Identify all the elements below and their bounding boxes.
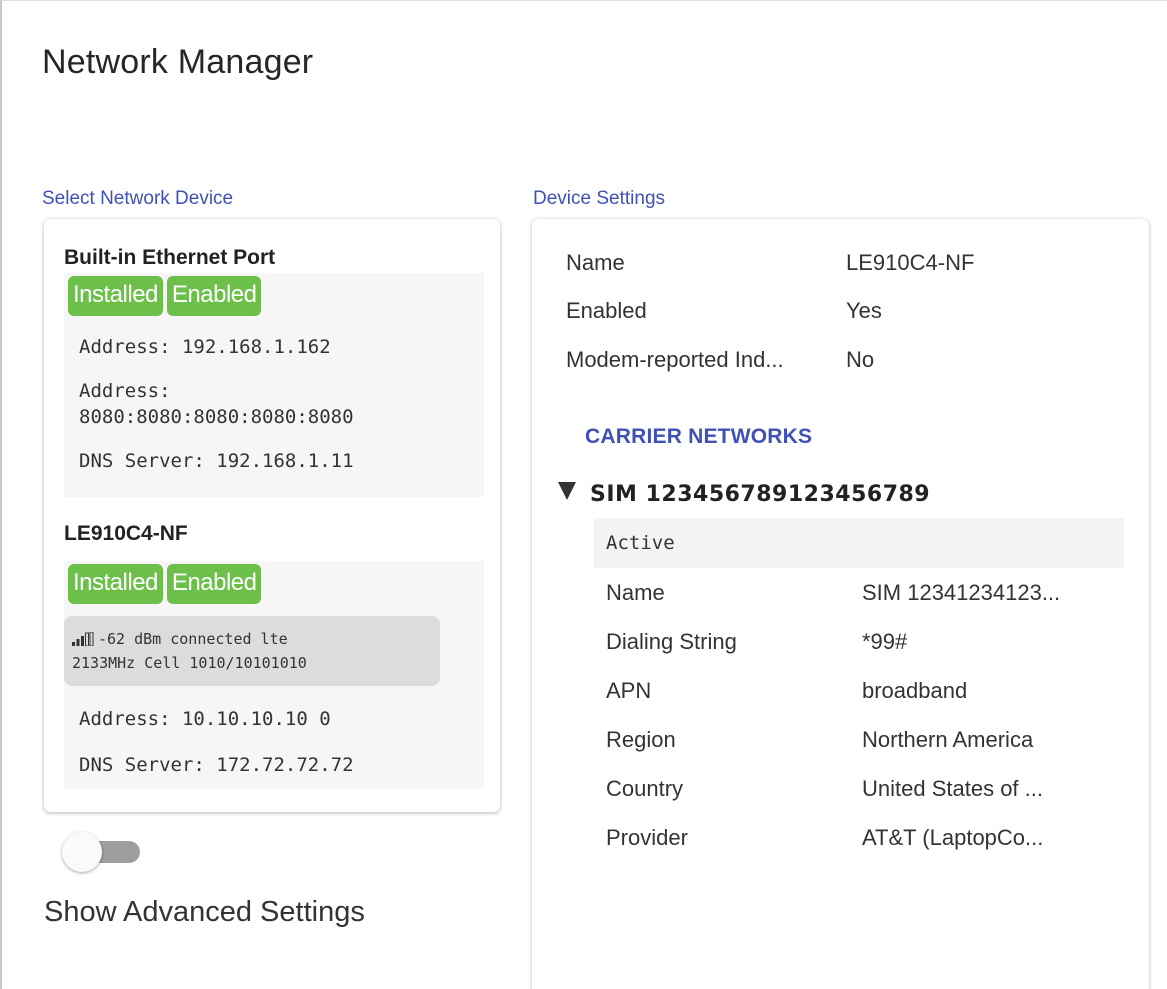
sim-value: SIM 12341234123... <box>862 580 1061 605</box>
signal-status-box: -62 dBm connected lte 2133MHz Cell 1010/… <box>64 616 440 686</box>
device-item-modem[interactable]: LE910C4-NF Installed Enabled -62 dBm con… <box>64 519 484 789</box>
signal-line-2: 2133MHz Cell 1010/10101010 <box>72 654 307 672</box>
sim-id: SIM 123456789123456789 <box>590 481 931 507</box>
network-manager-window: Network Manager Select Network Device De… <box>0 0 1167 989</box>
setting-value: LE910C4-NF <box>846 250 975 275</box>
device-item-ethernet[interactable]: Built-in Ethernet Port Installed Enabled… <box>64 243 484 497</box>
ipv6-address-label: Address: <box>79 380 171 402</box>
sim-status: Active <box>594 518 1124 568</box>
sim-value: Northern America <box>862 727 1034 752</box>
sim-row-name: Name SIM 12341234123... <box>594 568 1124 617</box>
page-title: Network Manager <box>42 43 314 81</box>
installed-badge: Installed <box>68 276 163 316</box>
sim-row-dialing-string: Dialing String *99# <box>594 617 1124 666</box>
device-details: Installed Enabled Address: 192.168.1.162… <box>64 273 484 497</box>
enabled-badge: Enabled <box>166 564 262 604</box>
setting-key: Enabled <box>566 298 647 323</box>
setting-value: No <box>846 347 875 372</box>
expand-triangle-icon[interactable] <box>558 482 576 500</box>
device-name: Built-in Ethernet Port <box>64 246 276 269</box>
sim-row-region: Region Northern America <box>594 715 1124 764</box>
sim-value: United States of ... <box>862 776 1043 801</box>
setting-key: Name <box>566 250 625 275</box>
advanced-settings-toggle[interactable] <box>62 831 140 872</box>
sim-value: AT&T (LaptopCo... <box>862 825 1044 850</box>
device-settings-card: Name LE910C4-NF Enabled Yes Modem-report… <box>532 219 1149 989</box>
setting-value: Yes <box>846 298 882 323</box>
sim-row-provider: Provider AT&T (LaptopCo... <box>594 813 1124 862</box>
signal-line-1: -62 dBm connected lte <box>98 630 288 648</box>
ipv6-address-value: 8080:8080:8080:8080:8080 <box>79 406 354 428</box>
setting-key: Modem-reported Ind... <box>566 347 784 372</box>
sim-key: Country <box>606 776 684 801</box>
toggle-thumb <box>62 832 102 872</box>
device-settings-label: Device Settings <box>533 188 666 209</box>
device-name: LE910C4-NF <box>64 522 188 545</box>
sim-key: Region <box>606 727 676 752</box>
sim-details: Active Name SIM 12341234123... Dialing S… <box>594 518 1124 862</box>
dns-server: DNS Server: 192.168.1.11 <box>79 450 354 472</box>
device-details: Installed Enabled -62 dBm connected lte … <box>64 561 484 789</box>
carrier-networks-heading: CARRIER NETWORKS <box>585 425 813 448</box>
dns-server: DNS Server: 172.72.72.72 <box>79 754 354 776</box>
advanced-settings-label[interactable]: Show Advanced Settings <box>44 896 365 929</box>
sim-key: Dialing String <box>606 629 737 654</box>
sim-row-apn: APN broadband <box>594 666 1124 715</box>
sim-key: Provider <box>606 825 688 850</box>
sim-value: *99# <box>862 629 908 654</box>
sim-key: Name <box>606 580 665 605</box>
sim-expander[interactable]: SIM 123456789123456789 <box>558 477 930 511</box>
ipv4-address: Address: 10.10.10.10 0 <box>79 708 331 730</box>
installed-badge: Installed <box>68 564 163 604</box>
select-device-label: Select Network Device <box>42 188 234 209</box>
sim-row-country: Country United States of ... <box>594 764 1124 813</box>
sim-value: broadband <box>862 678 968 703</box>
ipv4-address: Address: 192.168.1.162 <box>79 336 331 358</box>
signal-strength-icon <box>72 630 94 652</box>
device-list-card: Built-in Ethernet Port Installed Enabled… <box>44 219 500 812</box>
sim-key: APN <box>606 678 652 703</box>
enabled-badge: Enabled <box>166 276 262 316</box>
